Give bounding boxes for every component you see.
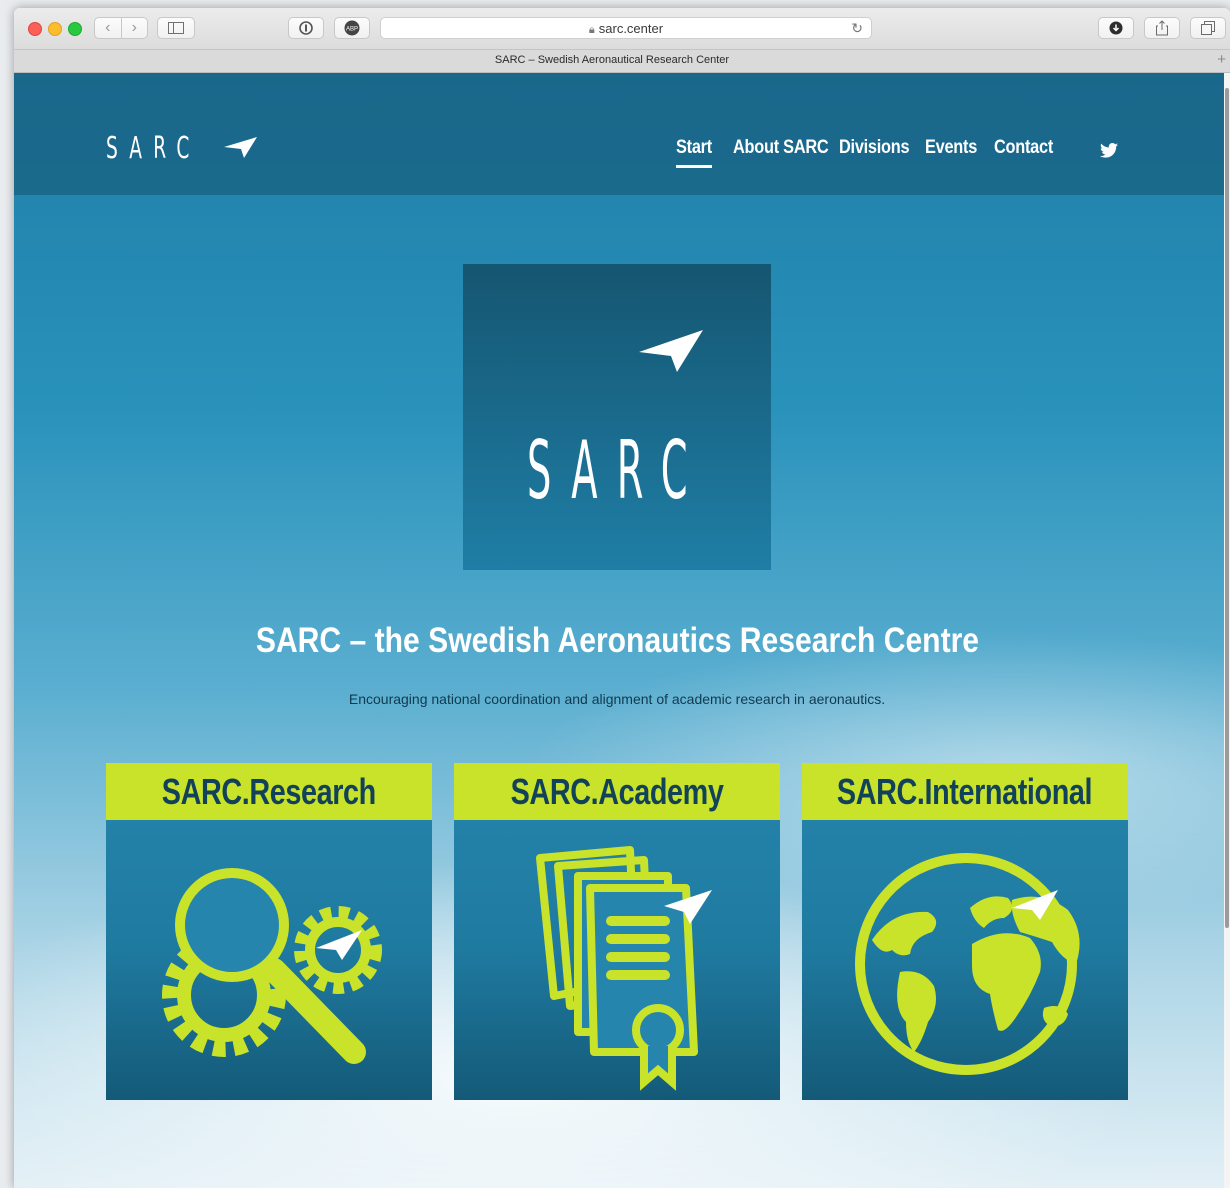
address-bar[interactable]: 🔒︎ sarc.center ↻	[380, 17, 872, 39]
sidebar-toggle-button[interactable]	[157, 17, 195, 39]
card-header: SARC.International	[802, 763, 1128, 820]
share-button[interactable]	[1144, 17, 1180, 39]
password-extension-button[interactable]	[288, 17, 324, 39]
card-header: SARC.Academy	[454, 763, 780, 820]
password-manager-icon	[299, 21, 313, 35]
card-title[interactable]: SARC.Research	[162, 771, 376, 813]
lock-icon: 🔒︎	[588, 24, 595, 36]
minimize-window-button[interactable]	[48, 22, 62, 36]
card-title[interactable]: SARC.Academy	[511, 771, 724, 813]
international-globe-icon[interactable]	[802, 820, 1128, 1100]
hero-logo-box: SARC	[463, 264, 771, 570]
paper-plane-logo-icon[interactable]	[224, 137, 258, 159]
research-gear-magnifier-icon[interactable]	[106, 820, 432, 1100]
card-sarc-academy[interactable]: SARC.Academy	[454, 763, 780, 1100]
card-title[interactable]: SARC.International	[837, 771, 1093, 813]
tab-bar: SARC – Swedish Aeronautical Research Cen…	[14, 49, 1230, 73]
browser-window: ‹ › ABP 🔒︎ sarc.center ↻ SARC – Swedish Ae…	[14, 8, 1230, 1188]
back-icon[interactable]: ‹	[95, 18, 121, 38]
address-text: sarc.center	[598, 21, 664, 36]
twitter-icon[interactable]	[1100, 143, 1118, 158]
card-sarc-international[interactable]: SARC.International	[802, 763, 1128, 1100]
web-page: SARC Start About SARC Divisions Events C…	[14, 73, 1224, 1188]
nav-active-indicator	[676, 165, 712, 168]
zoom-window-button[interactable]	[68, 22, 82, 36]
site-header: SARC Start About SARC Divisions Events C…	[14, 73, 1224, 195]
site-logo-text[interactable]: SARC	[106, 131, 201, 166]
svg-text:ABP: ABP	[346, 27, 358, 33]
page-headline: SARC – the Swedish Aeronautics Research …	[14, 621, 1220, 661]
adblock-extension-button[interactable]: ABP	[334, 17, 370, 39]
download-icon	[1109, 21, 1123, 35]
close-window-button[interactable]	[28, 22, 42, 36]
tabs-overview-button[interactable]	[1190, 17, 1226, 39]
adblock-icon: ABP	[344, 20, 360, 36]
card-sarc-research[interactable]: SARC.Research	[106, 763, 432, 1100]
academy-documents-certificate-icon[interactable]	[454, 820, 780, 1100]
card-header: SARC.Research	[106, 763, 432, 820]
new-tab-icon[interactable]: +	[1217, 51, 1226, 68]
nav-item-about-sarc[interactable]: About SARC	[733, 137, 829, 159]
downloads-button[interactable]	[1098, 17, 1134, 39]
forward-icon[interactable]: ›	[120, 18, 148, 38]
page-tagline: Encouraging national coordination and al…	[348, 691, 886, 707]
sidebar-icon	[168, 22, 184, 34]
back-forward-group: ‹ ›	[94, 17, 148, 39]
nav-item-events[interactable]: Events	[925, 137, 977, 159]
reload-icon[interactable]: ↻	[851, 20, 863, 37]
browser-toolbar: ‹ › ABP 🔒︎ sarc.center ↻	[14, 8, 1230, 49]
headline-text: SARC – the Swedish Aeronautics Research …	[255, 621, 979, 660]
share-icon	[1156, 20, 1168, 36]
tab-title[interactable]: SARC – Swedish Aeronautical Research Cen…	[14, 54, 1210, 66]
hero-logo-text: SARC	[527, 424, 707, 517]
tabs-icon	[1201, 21, 1215, 35]
scrollbar-thumb[interactable]	[1225, 88, 1229, 928]
nav-item-divisions[interactable]: Divisions	[839, 137, 910, 159]
nav-item-contact[interactable]: Contact	[994, 137, 1053, 159]
nav-item-start[interactable]: Start	[676, 137, 712, 159]
hero-paper-plane-icon	[639, 330, 703, 372]
